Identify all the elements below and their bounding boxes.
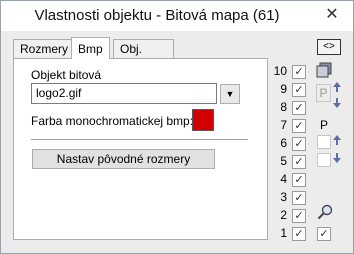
layer-visibility-checkbox[interactable]: ✓ — [292, 191, 306, 205]
layer-number: 5 — [280, 154, 287, 168]
layer-number: 2 — [280, 208, 287, 222]
layer-number: 3 — [280, 190, 287, 204]
layer-number: 9 — [280, 82, 287, 96]
layer-visibility-checkbox[interactable]: ✓ — [292, 209, 306, 223]
tab-bmp[interactable]: Bmp — [71, 37, 110, 59]
chevron-down-icon: ▼ — [225, 89, 235, 99]
move-up-icon[interactable] — [332, 81, 342, 96]
priority-top-icon[interactable]: P — [316, 84, 331, 102]
layer-visibility-checkbox[interactable]: ✓ — [292, 173, 306, 187]
priority-checkbox-down[interactable] — [317, 153, 331, 167]
reset-size-button[interactable]: Nastav pôvodné rozmery — [32, 149, 215, 169]
layer-visibility-checkbox[interactable]: ✓ — [292, 227, 306, 241]
object-combobox[interactable]: logo2.gif — [31, 83, 217, 104]
layers-stack-icon[interactable] — [315, 62, 333, 83]
layer-number: 8 — [280, 100, 287, 114]
priority-checkbox-up[interactable] — [317, 135, 331, 149]
divider — [31, 139, 248, 140]
layer-number: 4 — [280, 172, 287, 186]
magnifier-icon[interactable] — [317, 204, 333, 223]
tab-rozmery[interactable]: Rozmery — [13, 39, 76, 58]
priority-label: P — [320, 118, 329, 132]
layer-visibility-checkbox[interactable]: ✓ — [292, 119, 306, 133]
object-value: logo2.gif — [36, 86, 82, 100]
panel-toggle-button[interactable]: <> — [317, 39, 341, 55]
mono-color-label: Farba monochromatickej bmp: — [31, 114, 194, 128]
move-down-icon[interactable] — [332, 97, 342, 112]
layer-number: 10 — [273, 64, 287, 78]
layer-visibility-checkbox[interactable]: ✓ — [292, 65, 306, 79]
bmp-panel: Objekt bitová logo2.gif ▼ Farba monochro… — [13, 58, 268, 240]
tab-obj-manazer[interactable]: Obj. manažér — [113, 39, 174, 74]
layer-number: 1 — [280, 226, 287, 240]
layer-visibility-checkbox[interactable]: ✓ — [292, 101, 306, 115]
title-bar: Vlastnosti objektu - Bitová mapa (61) ✕ — [1, 1, 353, 31]
dropdown-button[interactable]: ▼ — [220, 84, 240, 104]
mono-color-swatch[interactable] — [192, 109, 214, 131]
layer-visibility-checkbox[interactable]: ✓ — [292, 137, 306, 151]
object-label: Objekt bitová — [31, 68, 102, 82]
zoom-checkbox[interactable]: ✓ — [317, 227, 331, 241]
layer-number: 6 — [280, 136, 287, 150]
properties-window: Vlastnosti objektu - Bitová mapa (61) ✕ … — [0, 0, 354, 254]
window-title: Vlastnosti objektu - Bitová mapa (61) — [34, 7, 280, 24]
arrow-up-icon[interactable] — [332, 134, 342, 149]
layer-visibility-checkbox[interactable]: ✓ — [292, 83, 306, 97]
arrow-down-icon[interactable] — [332, 152, 342, 167]
layer-visibility-checkbox[interactable]: ✓ — [292, 155, 306, 169]
close-icon[interactable]: ✕ — [323, 6, 341, 24]
layer-number: 7 — [280, 118, 287, 132]
